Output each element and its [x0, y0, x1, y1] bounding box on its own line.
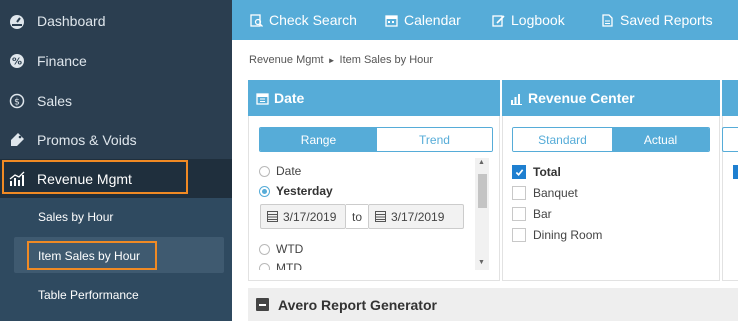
checkbox[interactable]: [512, 228, 526, 242]
document-icon: [602, 13, 613, 27]
revenue-center-total[interactable]: Total: [512, 165, 561, 179]
sidebar: Dashboard % Finance $ Sales Promos & Voi…: [0, 0, 232, 321]
svg-text:$: $: [14, 97, 20, 107]
revenue-center-bar[interactable]: Bar: [512, 207, 552, 221]
breadcrumb-separator: ►: [327, 56, 336, 65]
svg-text:%: %: [12, 56, 22, 67]
calendar-icon: [256, 92, 269, 105]
sidebar-item-label: Finance: [37, 52, 87, 69]
date-range-to-label: to: [346, 204, 368, 229]
date-mode-toggle: Range Trend: [259, 127, 493, 152]
third-card-header: [722, 80, 738, 116]
collapse-icon[interactable]: [256, 298, 269, 311]
third-card-toggle[interactable]: [722, 127, 738, 152]
breadcrumb: Revenue Mgmt ► Item Sales by Hour: [249, 54, 433, 66]
radio-button[interactable]: [259, 243, 270, 255]
third-card-checkbox[interactable]: [733, 165, 738, 179]
end-date-field[interactable]: 3/17/2019: [368, 204, 464, 229]
standard-toggle-button[interactable]: Standard: [513, 128, 612, 151]
radio-button[interactable]: [259, 185, 270, 197]
revenue-center-dining-room[interactable]: Dining Room: [512, 228, 602, 242]
dashboard-icon: [9, 13, 25, 29]
scrollbar-thumb[interactable]: [478, 174, 487, 208]
tag-icon: [9, 132, 25, 148]
revenue-mode-toggle: Standard Actual: [512, 127, 710, 152]
date-card-title: Date: [274, 90, 305, 106]
scroll-down-icon[interactable]: ▼: [478, 259, 485, 266]
highlight-box: [2, 160, 188, 194]
sidebar-item-dashboard[interactable]: Dashboard: [0, 1, 232, 40]
chart-icon: [511, 93, 522, 105]
checkbox[interactable]: [512, 207, 526, 221]
revenue-center-banquet[interactable]: Banquet: [512, 186, 578, 200]
radio-button[interactable]: [259, 262, 270, 270]
scroll-up-icon[interactable]: ▲: [478, 159, 485, 166]
sidebar-item-finance[interactable]: % Finance: [0, 41, 232, 80]
logbook-link[interactable]: Logbook: [492, 0, 565, 40]
sidebar-item-label: Dashboard: [37, 12, 106, 29]
report-generator-title: Avero Report Generator: [278, 296, 437, 313]
dollar-icon: $: [9, 93, 25, 109]
edit-icon: [492, 14, 505, 27]
breadcrumb-current: Item Sales by Hour: [339, 54, 434, 66]
sidebar-item-label: Sales: [37, 92, 73, 109]
date-option-wtd[interactable]: WTD: [259, 242, 303, 256]
date-option-date[interactable]: Date: [259, 164, 301, 178]
document-search-icon: [250, 13, 263, 27]
breadcrumb-parent[interactable]: Revenue Mgmt: [249, 54, 324, 66]
sidebar-item-label: Promos & Voids: [37, 131, 137, 148]
checkbox[interactable]: [512, 165, 526, 179]
percent-icon: %: [9, 53, 25, 69]
report-generator-bar[interactable]: Avero Report Generator: [248, 288, 738, 321]
start-date-field[interactable]: 3/17/2019: [260, 204, 346, 229]
sidebar-item-sales[interactable]: $ Sales: [0, 81, 232, 120]
date-option-yesterday[interactable]: Yesterday: [259, 184, 333, 198]
check-search-link[interactable]: Check Search: [250, 0, 357, 40]
check-icon: [515, 168, 523, 176]
submenu-item-table-performance[interactable]: Table Performance: [38, 288, 139, 302]
date-option-clip: MTD: [258, 259, 458, 270]
trend-toggle-button[interactable]: Trend: [376, 128, 492, 151]
calendar-link[interactable]: Calendar: [385, 0, 461, 40]
revenue-center-card-title: Revenue Center: [528, 90, 635, 106]
actual-toggle-button[interactable]: Actual: [611, 128, 709, 151]
sidebar-item-promos-voids[interactable]: Promos & Voids: [0, 120, 232, 159]
saved-reports-link[interactable]: Saved Reports: [601, 0, 713, 40]
range-toggle-button[interactable]: Range: [260, 128, 377, 151]
submenu-item-sales-by-hour[interactable]: Sales by Hour: [38, 210, 113, 224]
calendar-icon: [267, 211, 278, 222]
revenue-center-card-header: Revenue Center: [502, 80, 720, 116]
radio-button[interactable]: [259, 165, 270, 177]
checkbox[interactable]: [512, 186, 526, 200]
calendar-icon: [375, 211, 386, 222]
highlight-box: [27, 241, 157, 270]
date-card-header: Date: [248, 80, 500, 116]
calendar-icon: [385, 14, 398, 27]
date-option-mtd[interactable]: MTD: [259, 261, 302, 270]
